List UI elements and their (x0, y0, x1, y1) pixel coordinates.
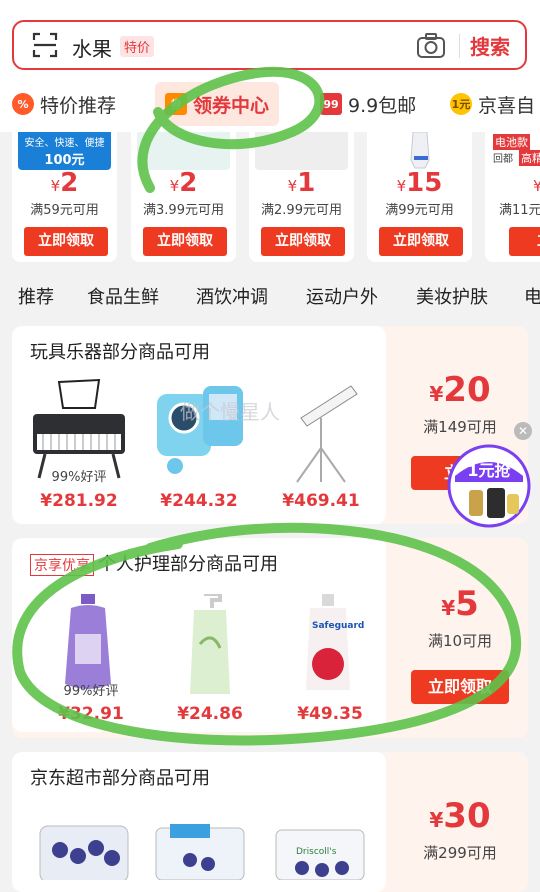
search-keyword[interactable]: 水果 (72, 33, 112, 62)
discount-condition: 满299可用 (423, 844, 497, 862)
coupon-condition: 满3.99元可用 (143, 203, 224, 218)
coupon-icon: 券 (165, 93, 187, 115)
section-title: 京享优享 个人护理部分商品可用 (30, 550, 278, 576)
claim-button[interactable]: 立即领取 (411, 670, 509, 704)
category-electronics[interactable]: 电 (524, 283, 540, 309)
scan-icon[interactable] (32, 32, 58, 58)
tab-label: 9.9包邮 (348, 94, 417, 117)
coupon-image-text: 高精 (519, 150, 540, 166)
search-button[interactable]: 搜索 (470, 31, 510, 60)
category-drinks[interactable]: 酒饮冲调 (196, 283, 268, 309)
coupon-card[interactable]: 安全、快速、便捷 100元 ¥2 满59元可用 立即领取 (12, 132, 117, 262)
discount-amount: ¥5 (441, 584, 479, 624)
product-rating: 99%好评 (63, 684, 119, 699)
coupon-image (373, 132, 466, 170)
tab-jingxi[interactable]: 1元 京喜自 (450, 82, 535, 126)
category-beauty[interactable]: 美妆护肤 (416, 283, 488, 309)
close-icon[interactable]: ✕ (514, 422, 532, 440)
coupon-amount: ¥15 (396, 168, 443, 198)
percent-icon: % (12, 93, 34, 115)
discount-amount: ¥20 (429, 370, 491, 410)
coupon-card[interactable]: ¥15 满99元可用 立即领取 (367, 132, 472, 262)
tab-label: 特价推荐 (40, 94, 117, 117)
coupon-section-personal-care[interactable]: 京享优享 个人护理部分商品可用 99%好评 ¥32.91 ¥24.86 Safe… (12, 538, 528, 738)
berry-gift-box-image: Driscoll's (275, 829, 365, 880)
category-bar: 推荐 食品生鲜 酒饮冲调 运动户外 美妆护肤 电 (0, 275, 540, 317)
section-products: 京享优享 个人护理部分商品可用 99%好评 ¥32.91 ¥24.86 Safe… (12, 538, 386, 732)
coupon-image-text: 回都 (493, 154, 513, 165)
claim-button[interactable]: 立即领取 (261, 227, 345, 256)
section-products: 玩具乐器部分商品可用 99%好评 ¥281.92 ¥244.32 ¥469.41 (12, 326, 386, 524)
tab-special[interactable]: % 特价推荐 (12, 82, 116, 126)
claim-button[interactable]: 立即领取 (379, 227, 463, 256)
coupon-amount: ¥1 (287, 168, 316, 198)
claim-button[interactable]: 立即领取 (24, 227, 108, 256)
coupon-amount: ¥2 (169, 168, 198, 198)
ninety-nine-icon: 99 (320, 93, 342, 115)
one-yuan-icon: 1元 (450, 93, 472, 115)
category-fresh-food[interactable]: 食品生鲜 (87, 283, 159, 309)
floating-ad[interactable]: 1元抢 (447, 444, 531, 528)
coupon-image: 电池款 回都 高精 (491, 132, 540, 170)
product-price: ¥469.41 (282, 491, 360, 511)
tab-coupon-center[interactable]: 券 领券中心 (155, 82, 280, 126)
berry-box-image (155, 824, 245, 880)
coupon-image-label: 安全、快速、便捷 (24, 138, 105, 149)
blueberry-image (39, 825, 129, 880)
bodywash-red-image: Safeguard (306, 594, 364, 690)
product-price: ¥24.86 (177, 704, 243, 724)
brand-logo: Safeguard (312, 621, 364, 631)
coupon-card[interactable]: ¥2 满3.99元可用 立即领取 (131, 132, 236, 262)
claim-button[interactable]: 立即 (509, 227, 540, 256)
camera-icon[interactable] (416, 32, 446, 60)
top-bar: 水果 特价 搜索 % 特价推荐 券 领券中心 99 9.9包邮 1元 京喜自 (0, 0, 540, 132)
tab-bar: % 特价推荐 券 领券中心 99 9.9包邮 1元 京喜自 (0, 82, 540, 126)
search-bar[interactable]: 水果 特价 搜索 (12, 20, 527, 70)
telescope-image (296, 385, 358, 483)
coupon-image: 安全、快速、便捷 100元 (18, 132, 111, 170)
product-price: ¥281.92 (40, 491, 118, 511)
coupon-card[interactable]: 电池款 回都 高精 ¥1 满11元 立即 (485, 132, 540, 262)
category-outdoor[interactable]: 运动户外 (306, 283, 378, 309)
discount-amount: ¥30 (429, 796, 491, 836)
coupon-section-supermarket[interactable]: 京东超市部分商品可用 Driscoll's ¥30 满299可用 (12, 752, 528, 892)
search-tag: 特价 (120, 36, 155, 57)
jd-badge: 京享优享 (30, 554, 94, 576)
coupon-image (255, 132, 348, 170)
section-title: 玩具乐器部分商品可用 (30, 342, 210, 363)
coupon-condition: 满59元可用 (30, 203, 99, 218)
category-recommend[interactable]: 推荐 (18, 283, 54, 309)
coupon-condition: 满2.99元可用 (261, 203, 342, 218)
floating-ad-label: 1元抢 (467, 461, 511, 480)
kids-camera-image (157, 386, 243, 474)
coupon-image-text: 电池款 (493, 134, 530, 150)
lotion-green-image (190, 594, 230, 694)
brand-logo: Driscoll's (296, 847, 337, 857)
coupon-image (137, 132, 230, 170)
section-title: 京东超市部分商品可用 (30, 768, 210, 789)
coupon-condition: 满11元 (499, 203, 540, 218)
discount-condition: 满10可用 (427, 632, 493, 650)
product-price: ¥32.91 (58, 704, 124, 724)
tab-label: 京喜自 (478, 94, 536, 117)
tab-free-shipping[interactable]: 99 9.9包邮 (320, 82, 416, 126)
coupon-amount: ¥1 (533, 177, 540, 195)
product-price: ¥244.32 (160, 491, 238, 511)
coupon-condition: 满99元可用 (385, 203, 454, 218)
coupon-image-amount: 100元 (44, 153, 85, 168)
claim-button[interactable]: 立即领取 (143, 227, 227, 256)
glove-icon (410, 132, 430, 169)
coupon-card[interactable]: ¥1 满2.99元可用 立即领取 (249, 132, 354, 262)
watermark: 做个慢星人 (180, 400, 280, 424)
product-price: ¥49.35 (297, 704, 363, 724)
section-products: 京东超市部分商品可用 Driscoll's (12, 752, 386, 892)
search-divider (459, 34, 460, 58)
product-rating: 99%好评 (51, 470, 107, 485)
discount-condition: 满149可用 (423, 418, 497, 436)
coupon-amount: ¥2 (50, 168, 79, 198)
coupon-strip: 安全、快速、便捷 100元 ¥2 满59元可用 立即领取 ¥2 满3.99元可用… (0, 132, 540, 267)
tab-label: 领券中心 (193, 94, 270, 117)
